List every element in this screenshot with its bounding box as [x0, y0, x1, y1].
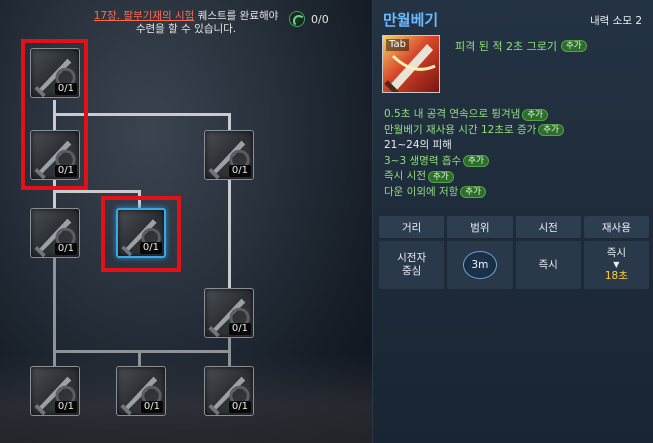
node-level: 0/1 — [228, 323, 251, 335]
highlight-annotation — [101, 196, 181, 272]
added-badge: 추가 — [560, 40, 587, 52]
effect-row: 즉시 시전 추가 — [384, 169, 649, 185]
tree-connector — [138, 350, 141, 366]
added-badge: 추가 — [538, 124, 564, 137]
skill-node[interactable]: 0/1 — [204, 288, 254, 338]
effect-row: 0.5초 내 공격 연속으로 튕겨냄 추가 — [384, 107, 649, 123]
skill-title: 만월베기 — [383, 11, 439, 29]
training-points-value: 0/0 — [311, 12, 329, 26]
node-level: 0/1 — [54, 401, 77, 413]
stat-range: 3m — [447, 241, 513, 289]
effect-row: 만월베기 재사용 시간 12초로 증가 추가 — [384, 123, 649, 139]
skill-cost: 내력 소모 2 — [590, 15, 642, 27]
tree-connector — [228, 113, 231, 130]
node-level: 0/1 — [54, 243, 77, 255]
tree-connector — [228, 180, 231, 288]
stat-header-cast: 시전 — [515, 216, 581, 238]
hotkey-label: Tab — [386, 39, 409, 51]
effect-row: 21~24의 피해 — [384, 139, 452, 151]
node-level: 0/1 — [140, 401, 163, 413]
quest-link[interactable]: 17장. 팔부기재의 시험 — [94, 10, 195, 22]
stat-cooldown: 즉시 ▼ 18초 — [583, 241, 649, 289]
skill-node[interactable]: 0/1 — [30, 366, 80, 416]
stat-header-range: 범위 — [447, 216, 513, 238]
effect-list: 0.5초 내 공격 연속으로 튕겨냄 추가 만월베기 재사용 시간 12초로 증… — [384, 107, 649, 200]
skill-node[interactable]: 0/1 — [116, 366, 166, 416]
training-points: 0/0 — [289, 11, 329, 27]
tree-connector — [53, 350, 231, 353]
skill-detail-panel: 만월베기 내력 소모 2 Tab 피격 된 적 2초 그로기 추가 0.5초 내… — [373, 0, 653, 443]
skill-tag: 피격 된 적 2초 그로기 추가 — [455, 38, 587, 54]
node-level: 0/1 — [228, 401, 251, 413]
swirl-icon — [289, 11, 305, 27]
skill-stats-table: 거리 범위 시전 재사용 시전자 중심 3m 즉시 즉시 ▼ 18초 — [379, 216, 649, 289]
stat-distance: 시전자 중심 — [379, 241, 445, 289]
effect-row: 3~3 생명력 흡수 추가 — [384, 154, 649, 170]
tree-connector — [53, 190, 141, 193]
skill-tree-panel: 17장. 팔부기재의 시험 퀘스트를 완료해야 수련을 할 수 있습니다. 0/… — [0, 0, 372, 443]
effect-row: 다운 이외에 저항 추가 — [384, 185, 649, 201]
skill-node[interactable]: 0/1 — [30, 208, 80, 258]
stat-header-cooldown: 재사용 — [583, 216, 649, 238]
added-badge: 추가 — [427, 170, 454, 183]
skill-node[interactable]: 0/1 — [204, 130, 254, 180]
skill-node[interactable]: 0/1 — [204, 366, 254, 416]
stat-cast: 즉시 — [515, 241, 581, 289]
quest-requirement-text: 퀘스트를 완료해야 — [194, 10, 279, 22]
added-badge: 추가 — [460, 186, 486, 199]
highlight-annotation — [21, 39, 88, 190]
down-arrow-icon: ▼ — [613, 260, 620, 269]
skill-icon: Tab — [382, 35, 440, 93]
range-circle-icon: 3m — [462, 251, 497, 279]
stat-header-distance: 거리 — [379, 216, 445, 238]
skill-tag-text: 피격 된 적 2초 그로기 — [455, 40, 557, 53]
node-level: 0/1 — [228, 165, 251, 177]
added-badge: 추가 — [522, 108, 548, 121]
added-badge: 추가 — [463, 155, 489, 168]
